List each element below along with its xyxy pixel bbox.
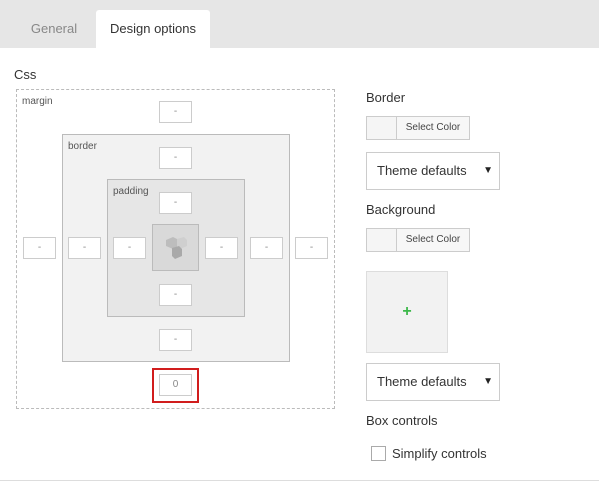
margin-left-input[interactable]: - (23, 237, 56, 259)
background-style-value: Theme defaults (377, 374, 467, 389)
plus-icon: + (402, 303, 412, 320)
padding-right-input[interactable]: - (205, 237, 238, 259)
border-style-select[interactable]: Theme defaults ▼ (366, 152, 500, 190)
border-style-value: Theme defaults (377, 163, 467, 178)
simplify-controls-label[interactable]: Simplify controls (392, 446, 487, 461)
padding-bottom-input[interactable]: - (159, 284, 192, 306)
border-left-input[interactable]: - (68, 237, 101, 259)
margin-bottom-input[interactable]: 0 (159, 374, 192, 396)
tab-general[interactable]: General (14, 10, 94, 48)
padding-left-input[interactable]: - (113, 237, 146, 259)
content-box (152, 224, 199, 271)
tab-design-options[interactable]: Design options (96, 10, 210, 48)
border-select-color-button[interactable]: Select Color (397, 117, 469, 139)
margin-label: margin (22, 96, 53, 107)
border-top-input[interactable]: - (159, 147, 192, 169)
border-color-picker[interactable]: Select Color (366, 116, 470, 140)
border-label: border (68, 141, 97, 152)
background-select-color-button[interactable]: Select Color (397, 229, 469, 251)
chevron-down-icon: ▼ (483, 165, 493, 176)
background-color-swatch[interactable] (367, 229, 397, 251)
border-title: Border (366, 90, 406, 105)
chevron-down-icon: ▼ (483, 376, 493, 387)
css-title: Css (14, 67, 37, 82)
background-title: Background (366, 202, 436, 217)
box-controls-title: Box controls (366, 413, 438, 428)
border-color-swatch[interactable] (367, 117, 397, 139)
margin-right-input[interactable]: - (295, 237, 328, 259)
background-image-add[interactable]: + (366, 271, 448, 353)
padding-top-input[interactable]: - (159, 192, 192, 214)
background-color-picker[interactable]: Select Color (366, 228, 470, 252)
tab-bar: General Design options (0, 0, 599, 48)
border-right-input[interactable]: - (250, 237, 283, 259)
simplify-controls-checkbox[interactable] (371, 446, 386, 461)
padding-label: padding (113, 186, 149, 197)
background-style-select[interactable]: Theme defaults ▼ (366, 363, 500, 401)
margin-top-input[interactable]: - (159, 101, 192, 123)
vc-logo-icon (165, 236, 187, 259)
border-bottom-input[interactable]: - (159, 329, 192, 351)
